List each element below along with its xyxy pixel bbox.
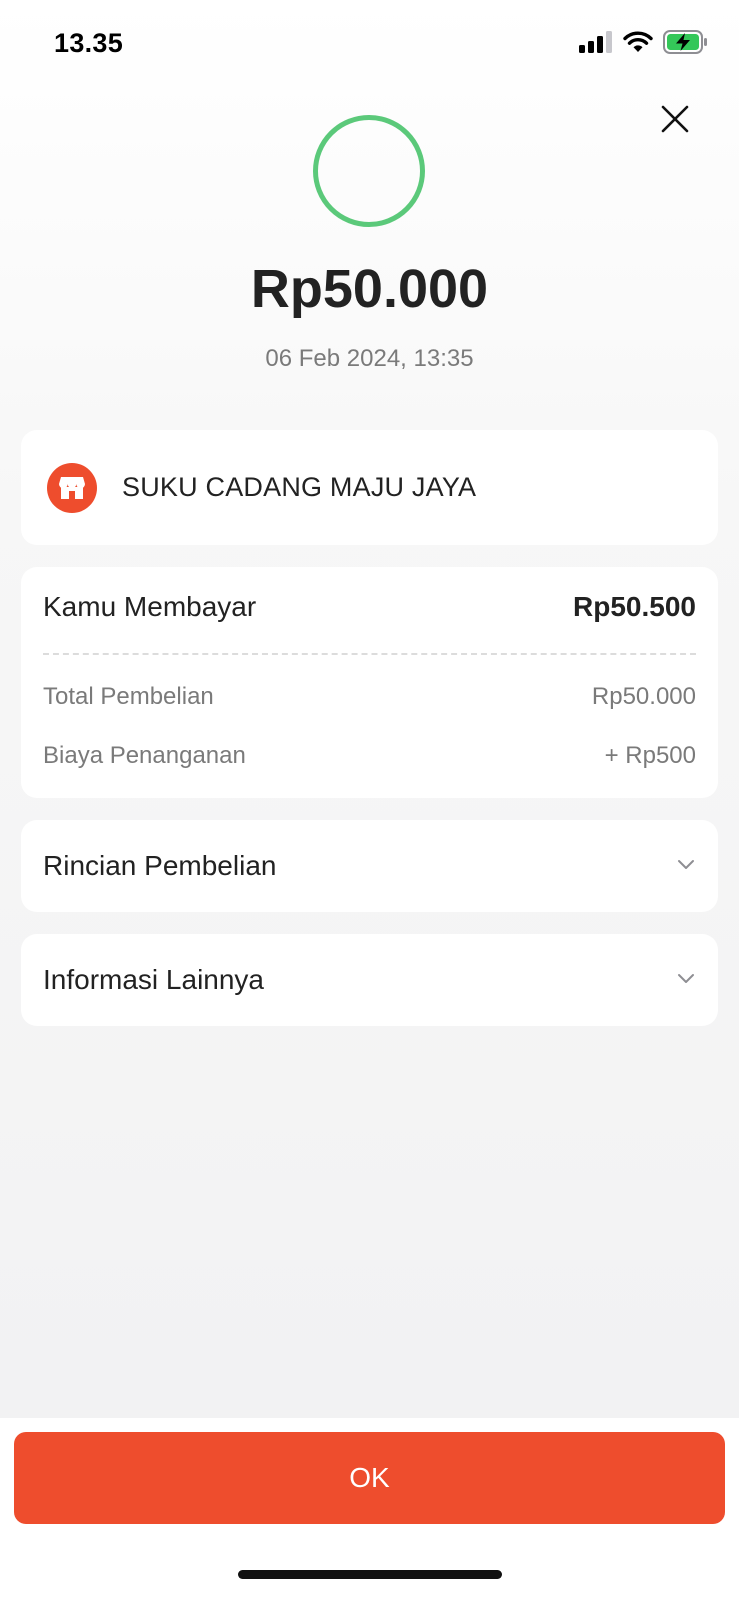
close-icon — [660, 104, 690, 139]
store-icon — [47, 463, 97, 513]
chevron-down-icon — [676, 854, 696, 874]
cellular-signal-icon — [579, 31, 613, 58]
purchase-total-row: Total Pembelian Rp50.000 — [43, 683, 696, 711]
dashed-divider — [43, 653, 696, 655]
chevron-down-icon — [676, 968, 696, 988]
payment-total-value: Rp50.500 — [573, 591, 696, 622]
ok-button[interactable]: OK — [14, 1432, 725, 1524]
purchase-total-label: Total Pembelian — [43, 683, 214, 710]
other-info-label: Informasi Lainnya — [43, 964, 265, 995]
battery-charging-icon — [663, 30, 709, 59]
purchase-details-label: Rincian Pembelian — [43, 850, 277, 881]
payment-summary-card: Kamu Membayar Rp50.500 Total Pembelian R… — [21, 567, 718, 798]
purchase-total-value: Rp50.000 — [591, 683, 696, 710]
wifi-icon — [623, 31, 653, 58]
transaction-amount: Rp50.000 — [250, 259, 489, 319]
handling-fee-value: + Rp500 — [604, 742, 696, 769]
close-button[interactable] — [657, 103, 693, 139]
payment-total-label: Kamu Membayar — [43, 591, 257, 622]
status-time: 13.35 — [54, 28, 124, 58]
status-bar: 13.35 — [0, 0, 739, 90]
merchant-name: SUKU CADANG MAJU JAYA — [122, 472, 477, 502]
merchant-card: SUKU CADANG MAJU JAYA — [21, 430, 718, 545]
handling-fee-row: Biaya Penanganan + Rp500 — [43, 742, 696, 770]
other-info-accordion[interactable]: Informasi Lainnya — [21, 934, 718, 1026]
status-icons — [579, 30, 709, 59]
transaction-datetime: 06 Feb 2024, 13:35 — [265, 345, 474, 372]
payment-total-row: Kamu Membayar Rp50.500 — [43, 591, 696, 623]
purchase-details-accordion[interactable]: Rincian Pembelian — [21, 820, 718, 912]
success-ring-icon — [313, 115, 425, 227]
bottom-panel: OK — [0, 1418, 739, 1600]
home-indicator — [238, 1570, 502, 1579]
handling-fee-label: Biaya Penanganan — [43, 742, 246, 769]
